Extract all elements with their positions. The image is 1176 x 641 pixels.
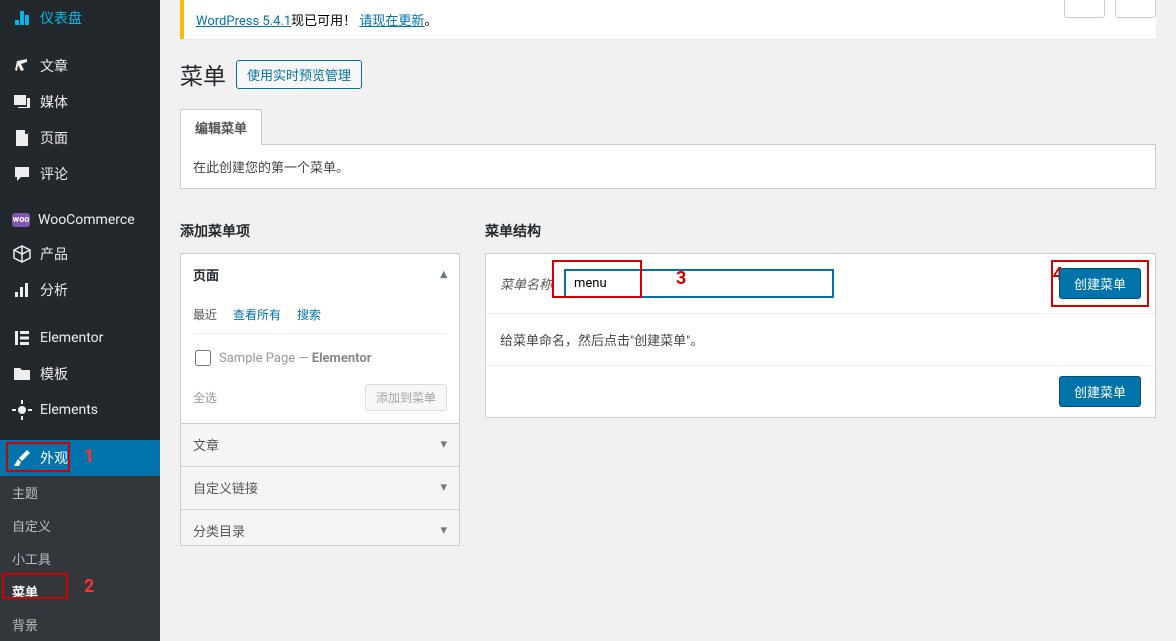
caret-down-icon: ▾ (440, 523, 447, 538)
menu-name-label: 菜单名称 (500, 274, 552, 293)
add-items-heading: 添加菜单项 (180, 221, 460, 241)
pages-icon (12, 128, 32, 148)
sidebar-label: 外观 (40, 448, 68, 468)
elementor-icon (12, 328, 32, 348)
structure-heading: 菜单结构 (485, 221, 1156, 241)
sidebar-item-woocommerce[interactable]: woo WooCommerce (0, 204, 160, 236)
sidebar-label: 页面 (40, 128, 68, 148)
accordion-head-customlinks[interactable]: 自定义链接 ▾ (181, 467, 459, 509)
sidebar-label: 文章 (40, 56, 68, 76)
submenu-background[interactable]: 背景 (0, 608, 160, 641)
create-menu-button-top[interactable]: 创建菜单 (1059, 268, 1141, 299)
brush-icon (12, 448, 32, 468)
sidebar-item-posts[interactable]: 文章 (0, 48, 160, 84)
sidebar-item-media[interactable]: 媒体 (0, 84, 160, 120)
elements-icon (12, 400, 32, 420)
update-now-link[interactable]: 请现在更新 (359, 14, 424, 29)
accordion-categories: 分类目录 ▾ (180, 509, 460, 546)
caret-up-icon: ▴ (440, 267, 447, 282)
comments-icon (12, 164, 32, 184)
live-preview-button[interactable]: 使用实时预览管理 (236, 60, 362, 89)
media-icon (12, 92, 32, 112)
submenu-customize[interactable]: 自定义 (0, 509, 160, 542)
submenu-themes[interactable]: 主题 (0, 476, 160, 509)
caret-down-icon: ▾ (440, 480, 447, 495)
menu-structure-panel: 菜单名称 3 4 创建菜单 给菜单命名，然后点击"创建菜单"。 创建菜单 (485, 253, 1156, 418)
submenu-menus[interactable]: 菜单 2 (0, 575, 160, 608)
sidebar-item-dashboard[interactable]: 仪表盘 (0, 0, 160, 36)
sidebar-item-products[interactable]: 产品 (0, 236, 160, 272)
products-icon (12, 244, 32, 264)
tab-edit-menu[interactable]: 编辑菜单 (180, 109, 262, 145)
select-all-link[interactable]: 全选 (193, 389, 217, 406)
page-checkbox[interactable] (195, 350, 211, 366)
sidebar-label: Elementor (40, 330, 103, 346)
sidebar-item-templates[interactable]: 模板 (0, 356, 160, 392)
sidebar-item-appearance[interactable]: 外观 1 (0, 440, 160, 476)
sidebar-item-elements[interactable]: Elements (0, 392, 160, 428)
accordion-pages: 页面 ▴ 最近 查看所有 搜索 Sample Page — Elementor (180, 253, 460, 424)
sidebar-label: 仪表盘 (40, 8, 82, 28)
wordpress-version-link[interactable]: WordPress 5.4.1 (196, 14, 291, 29)
accordion-head-posts[interactable]: 文章 ▾ (181, 424, 459, 466)
inner-tab-viewall[interactable]: 查看所有 (233, 306, 281, 323)
create-menu-button-bottom[interactable]: 创建菜单 (1059, 376, 1141, 407)
sidebar-label: 评论 (40, 164, 68, 184)
sidebar-label: Elements (40, 402, 98, 418)
annotation-1: 1 (84, 446, 94, 467)
intro-box: 在此创建您的第一个菜单。 (180, 145, 1156, 189)
dashboard-icon (12, 8, 32, 28)
admin-sidebar: 仪表盘 文章 媒体 页面 评论 woo WooCommerce 产品 (0, 0, 160, 595)
sidebar-item-elementor[interactable]: Elementor (0, 320, 160, 356)
caret-down-icon: ▾ (440, 437, 447, 452)
accordion-posts: 文章 ▾ (180, 423, 460, 467)
submenu-widgets[interactable]: 小工具 (0, 542, 160, 575)
instruction-text: 给菜单命名，然后点击"创建菜单"。 (486, 314, 1155, 365)
accordion-head-pages[interactable]: 页面 ▴ (181, 254, 459, 296)
folder-icon (12, 364, 32, 384)
menu-name-input[interactable] (564, 269, 834, 298)
sidebar-label: 分析 (40, 280, 68, 300)
inner-tab-recent[interactable]: 最近 (193, 306, 217, 323)
sidebar-label: 产品 (40, 244, 68, 264)
top-right-buttons (1064, 0, 1156, 18)
page-item-row[interactable]: Sample Page — Elementor (193, 344, 447, 372)
tab-bar: 编辑菜单 (180, 109, 1156, 145)
add-to-menu-button[interactable]: 添加到菜单 (365, 384, 447, 411)
accordion-customlinks: 自定义链接 ▾ (180, 466, 460, 510)
update-notice: WordPress 5.4.1现已可用！ 请现在更新。 (180, 0, 1156, 39)
ghost-button-1[interactable] (1064, 0, 1105, 18)
sidebar-label: 模板 (40, 364, 68, 384)
woocommerce-icon: woo (12, 213, 30, 227)
inner-tab-search[interactable]: 搜索 (297, 306, 321, 323)
sidebar-item-pages[interactable]: 页面 (0, 120, 160, 156)
page-title: 菜单 (180, 57, 226, 91)
main-content: WordPress 5.4.1现已可用！ 请现在更新。 菜单 使用实时预览管理 … (160, 0, 1176, 595)
analytics-icon (12, 280, 32, 300)
appearance-submenu: 主题 自定义 小工具 菜单 2 背景 (0, 476, 160, 641)
annotation-2: 2 (84, 576, 94, 597)
sidebar-label: WooCommerce (38, 212, 135, 228)
accordion-head-categories[interactable]: 分类目录 ▾ (181, 510, 459, 545)
sidebar-item-analytics[interactable]: 分析 (0, 272, 160, 308)
pin-icon (12, 56, 32, 76)
sidebar-item-comments[interactable]: 评论 (0, 156, 160, 192)
sidebar-label: 媒体 (40, 92, 68, 112)
ghost-button-2[interactable] (1115, 0, 1156, 18)
